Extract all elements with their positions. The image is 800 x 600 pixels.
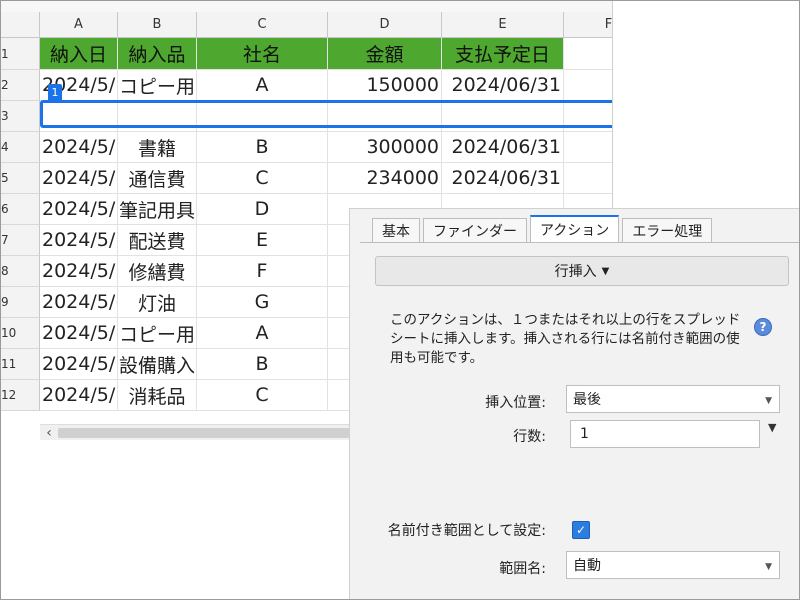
named-range-label: 名前付き範囲として設定: xyxy=(387,523,546,539)
row-header[interactable]: 12 xyxy=(0,380,40,411)
column-header-d[interactable]: D xyxy=(328,12,442,38)
range-name-label: 範囲名: xyxy=(499,561,546,577)
table-cell[interactable]: A xyxy=(197,70,328,101)
table-cell[interactable]: 修繕費 xyxy=(118,256,197,287)
table-cell[interactable]: コピー用 xyxy=(118,70,197,101)
row-header[interactable]: 3 xyxy=(0,101,40,132)
table-cell[interactable]: 2024/5/ xyxy=(40,225,118,256)
table-cell[interactable]: 2024/5/1 xyxy=(40,163,118,194)
table-cell[interactable]: B xyxy=(197,132,328,163)
table-cell[interactable]: 書籍 xyxy=(118,132,197,163)
action-panel: 基本 ファインダー アクション エラー処理 行挿入 ▼ このアクションは、１つま… xyxy=(349,208,800,600)
table-cell[interactable]: D xyxy=(197,194,328,225)
row-header[interactable]: 1 xyxy=(0,38,40,70)
table-cell[interactable]: 2024/5/( xyxy=(40,287,118,318)
table-cell[interactable]: A xyxy=(197,318,328,349)
tab-basic[interactable]: 基本 xyxy=(372,218,420,243)
row-header[interactable]: 2 xyxy=(0,70,40,101)
header-cell[interactable]: 金額 xyxy=(328,38,442,70)
help-icon[interactable]: ? xyxy=(754,318,772,336)
action-dropdown-label: 行挿入 xyxy=(554,264,597,280)
column-header-f[interactable]: F xyxy=(564,12,612,38)
column-header-b[interactable]: B xyxy=(118,12,197,38)
tab-action[interactable]: アクション xyxy=(530,215,620,243)
table-cell[interactable]: G xyxy=(197,287,328,318)
selection-marker[interactable]: 1 xyxy=(48,84,62,100)
table-cell[interactable]: 消耗品 xyxy=(118,380,197,411)
table-cell[interactable] xyxy=(564,163,612,194)
table-cell[interactable]: F xyxy=(197,256,328,287)
table-cell[interactable]: 通信費 xyxy=(118,163,197,194)
range-name-value: 自動 xyxy=(573,558,601,574)
header-cell[interactable]: 納入日 xyxy=(40,38,118,70)
table-cell[interactable]: 2024/5/ xyxy=(40,380,118,411)
table-cell[interactable]: 灯油 xyxy=(118,287,197,318)
table-cell[interactable]: 2024/5/ xyxy=(40,349,118,380)
row-count-label: 行数: xyxy=(513,429,546,445)
row-header[interactable]: 7 xyxy=(0,225,40,256)
header-cell[interactable]: 支払予定日 xyxy=(442,38,564,70)
table-cell[interactable]: C xyxy=(197,380,328,411)
insert-position-select[interactable]: 最後 ▼ xyxy=(566,385,780,413)
column-header-a[interactable]: A xyxy=(40,12,118,38)
chevron-down-icon: ▼ xyxy=(765,396,772,406)
table-cell[interactable]: 150000 xyxy=(328,70,442,101)
table-cell[interactable]: 2024/06/31 xyxy=(442,70,564,101)
tab-error-handling[interactable]: エラー処理 xyxy=(622,218,713,243)
table-cell[interactable]: 配送費 xyxy=(118,225,197,256)
row-header[interactable]: 9 xyxy=(0,287,40,318)
table-cell[interactable]: 筆記用具 xyxy=(118,194,197,225)
table-cell[interactable] xyxy=(564,70,612,101)
tab-finder[interactable]: ファインダー xyxy=(423,218,527,243)
table-cell[interactable]: 設備購入 xyxy=(118,349,197,380)
row-header[interactable]: 10 xyxy=(0,318,40,349)
table-cell[interactable]: 2024/5/ xyxy=(40,318,118,349)
table-cell[interactable]: 2024/06/31 xyxy=(442,163,564,194)
tab-divider xyxy=(360,242,800,243)
table-cell[interactable]: E xyxy=(197,225,328,256)
table-cell[interactable]: B xyxy=(197,349,328,380)
header-cell[interactable]: 社名 xyxy=(197,38,328,70)
row-selection-box[interactable] xyxy=(40,100,612,128)
table-cell[interactable]: 300000 xyxy=(328,132,442,163)
column-header-e[interactable]: E xyxy=(442,12,564,38)
range-name-select[interactable]: 自動 ▼ xyxy=(566,551,780,579)
panel-tabs: 基本 ファインダー アクション エラー処理 xyxy=(372,215,715,243)
named-range-checkbox[interactable]: ✓ xyxy=(572,521,590,539)
table-cell[interactable]: 234000 xyxy=(328,163,442,194)
row-header[interactable]: 6 xyxy=(0,194,40,225)
table-cell[interactable]: 2024/5/ xyxy=(40,194,118,225)
row-header[interactable]: 5 xyxy=(0,163,40,194)
row-count-input[interactable]: 1 xyxy=(570,420,760,448)
row-header[interactable]: 8 xyxy=(0,256,40,287)
header-cell[interactable] xyxy=(564,38,612,70)
table-cell[interactable]: 2024/06/31 xyxy=(442,132,564,163)
table-cell[interactable]: C xyxy=(197,163,328,194)
row-header[interactable]: 11 xyxy=(0,349,40,380)
action-dropdown-button[interactable]: 行挿入 ▼ xyxy=(375,256,789,286)
column-header-c[interactable]: C xyxy=(197,12,328,38)
header-cell[interactable]: 納入品 xyxy=(118,38,197,70)
table-cell[interactable] xyxy=(564,132,612,163)
insert-position-value: 最後 xyxy=(573,392,601,408)
select-all-corner[interactable] xyxy=(0,12,40,38)
caret-down-icon: ▼ xyxy=(601,265,610,277)
scroll-left-icon[interactable]: ‹ xyxy=(42,425,56,440)
table-cell[interactable]: コピー用 xyxy=(118,318,197,349)
action-description: このアクションは、１つまたはそれ以上の行をスプレッドシートに挿入します。挿入され… xyxy=(390,312,741,366)
table-cell[interactable]: 2024/5/ xyxy=(40,256,118,287)
chevron-down-icon: ▼ xyxy=(765,562,772,572)
insert-position-label: 挿入位置: xyxy=(485,395,546,411)
table-cell[interactable]: 2024/5/ xyxy=(40,132,118,163)
row-header[interactable]: 4 xyxy=(0,132,40,163)
row-count-dropdown-icon[interactable]: ▼ xyxy=(768,421,776,434)
